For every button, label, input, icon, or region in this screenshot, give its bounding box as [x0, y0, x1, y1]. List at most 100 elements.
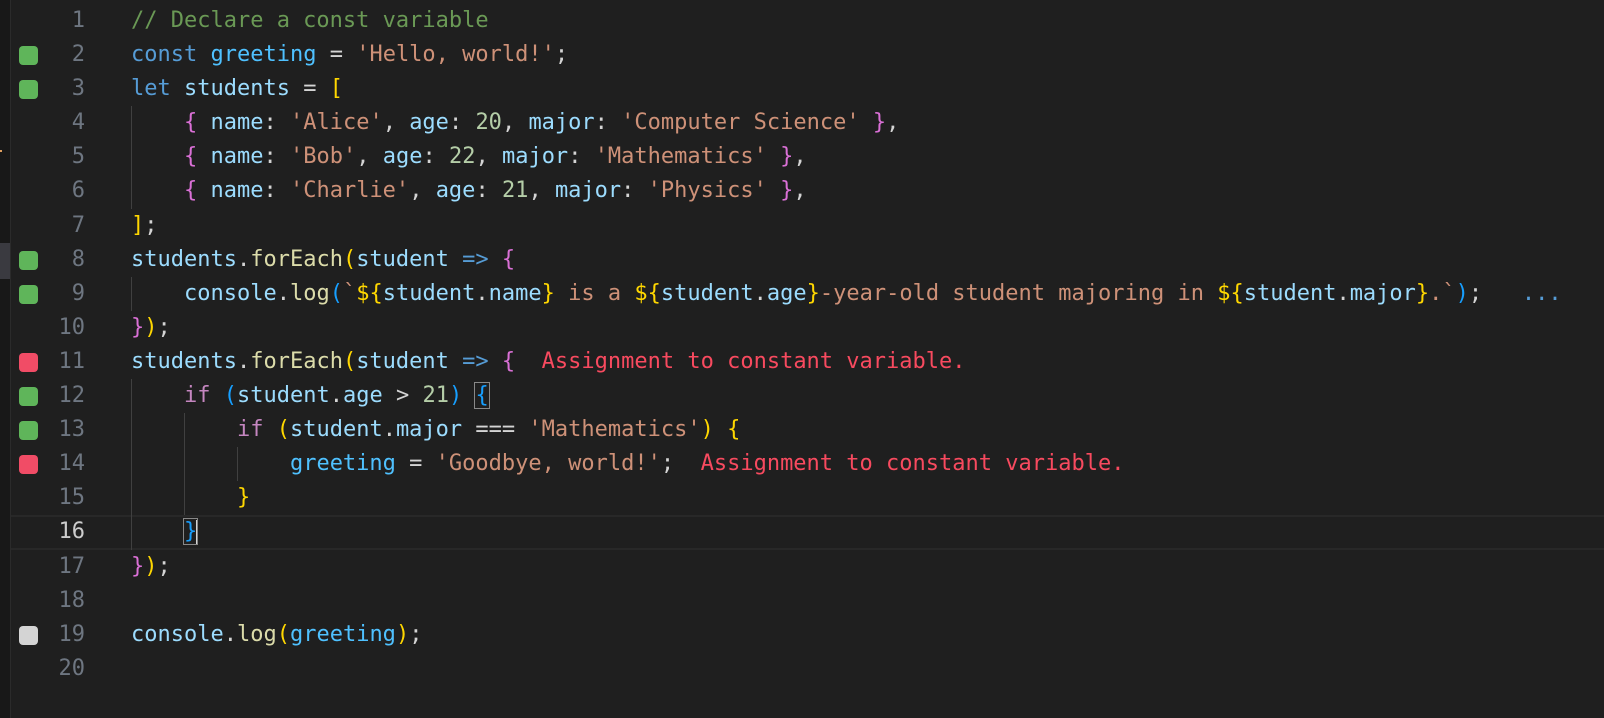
code-token: } [182, 518, 199, 546]
code-token: : [568, 144, 595, 170]
code-token: . [236, 246, 251, 272]
neutral-marker-icon[interactable] [19, 625, 38, 645]
code-text[interactable]: { name: 'Bob', age: 22, major: 'Mathemat… [131, 140, 807, 174]
code-token: , [409, 178, 436, 204]
success-marker-icon[interactable] [19, 421, 38, 441]
code-token: } [806, 280, 820, 306]
code-token: : [621, 178, 648, 204]
code-text[interactable]: { name: 'Charlie', age: 21, major: 'Phys… [131, 174, 807, 208]
code-token: } [236, 485, 251, 511]
code-token: : [475, 178, 502, 204]
code-line[interactable]: 2 const greeting = 'Hello, world!'; [11, 38, 1604, 72]
code-text[interactable]: }); [131, 550, 171, 584]
code-line[interactable]: 13 if (student.major === 'Mathematics') … [11, 413, 1604, 448]
code-token: , [886, 110, 900, 136]
code-token: age [766, 280, 807, 306]
code-text[interactable]: { name: 'Alice', age: 20, major: 'Comput… [131, 106, 899, 140]
error-marker-icon[interactable] [19, 352, 38, 372]
code-text[interactable]: ]; [131, 209, 158, 243]
code-text[interactable]: if (student.major === 'Mathematics') { [131, 413, 740, 447]
ellipsis-indicator: ... [1521, 280, 1562, 306]
code-line[interactable]: 10}); [11, 311, 1604, 345]
code-token: : [263, 178, 290, 204]
code-line[interactable]: 11 students.forEach(student => { Assignme… [11, 345, 1604, 379]
line-number: 8 [71, 246, 85, 272]
line-number: 7 [71, 212, 85, 238]
success-marker-icon[interactable] [19, 250, 38, 270]
code-text[interactable]: students.forEach(student => { Assignment… [131, 345, 966, 379]
code-line[interactable]: 5 { name: 'Bob', age: 22, major: 'Mathem… [11, 140, 1604, 175]
code-text[interactable]: }); [131, 311, 171, 345]
success-marker-icon[interactable] [19, 80, 38, 100]
code-line[interactable]: 7]; [11, 209, 1604, 243]
code-token: 'Physics' [647, 178, 767, 204]
code-text[interactable]: // Declare a const variable [131, 4, 489, 38]
code-text[interactable]: } [131, 481, 250, 515]
code-token: } [131, 553, 145, 579]
code-token: age [342, 383, 383, 409]
code-token: const [131, 42, 198, 68]
code-line[interactable]: 19 console.log(greeting); [11, 618, 1604, 652]
code-text[interactable]: } [131, 515, 199, 549]
code-line[interactable]: 20 [11, 652, 1604, 686]
code-token: > [382, 383, 423, 409]
success-marker-icon[interactable] [19, 46, 38, 66]
code-text[interactable]: if (student.age > 21) { [131, 379, 490, 413]
line-number: 16 [58, 519, 86, 545]
code-token: { [183, 144, 198, 170]
line-number: 20 [58, 655, 86, 681]
code-token: { [501, 348, 516, 374]
code-text[interactable]: greeting = 'Goodbye, world!'; Assignment… [131, 447, 1124, 481]
success-marker-icon[interactable] [19, 284, 38, 304]
code-line[interactable]: 16 } [11, 515, 1604, 550]
code-token: student [1243, 280, 1337, 306]
code-token: student [660, 280, 754, 306]
code-line[interactable]: 18 [11, 584, 1604, 618]
line-number: 2 [71, 42, 85, 68]
code-text[interactable]: console.log(greeting); [131, 618, 422, 652]
success-marker-icon[interactable] [19, 387, 38, 407]
line-number: 6 [71, 178, 85, 204]
code-token: ( [276, 621, 290, 647]
code-line[interactable]: 6 { name: 'Charlie', age: 21, major: 'Ph… [11, 174, 1604, 209]
code-line[interactable]: 9 console.log(`${student.name} is a ${st… [11, 276, 1604, 311]
code-token: forEach [250, 348, 343, 374]
code-line[interactable]: 15 } [11, 481, 1604, 516]
line-number: 17 [58, 553, 86, 579]
code-line[interactable]: 1 // Declare a const variable [11, 4, 1604, 38]
error-marker-icon[interactable] [19, 455, 38, 475]
code-token: 'Bob' [289, 144, 357, 170]
code-text[interactable]: console.log(`${student.name} is a ${stud… [131, 277, 1562, 311]
code-token: [ [329, 76, 343, 102]
code-token: : [422, 144, 449, 170]
code-token: console [131, 621, 224, 647]
line-number: 5 [71, 144, 85, 170]
scroll-marker [0, 243, 10, 279]
code-line[interactable]: 12 if (student.age > 21) { [11, 379, 1604, 414]
error-message: Assignment to constant variable. [541, 348, 966, 374]
code-token: // Declare a const variable [131, 8, 489, 33]
code-token: ( [342, 348, 357, 374]
code-token: 21 [501, 178, 529, 204]
code-editor[interactable]: 1 // Declare a const variable 2 const greet… [11, 4, 1604, 686]
code-token: .` [1429, 280, 1456, 306]
code-token: 'Charlie' [289, 178, 410, 204]
code-token: if [236, 417, 264, 443]
code-text[interactable]: let students = [ [131, 72, 343, 106]
code-text[interactable]: students.forEach(student => { [131, 243, 515, 277]
code-token: age [409, 110, 449, 136]
code-token: major [554, 178, 622, 204]
code-token: , [501, 110, 529, 136]
code-line[interactable]: 3 let students = [ [11, 72, 1604, 106]
code-line[interactable]: 8 students.forEach(student => { [11, 243, 1604, 277]
code-text[interactable]: const greeting = 'Hello, world!'; [131, 38, 568, 72]
code-token: . [753, 280, 767, 306]
code-token: student [356, 246, 449, 272]
code-line[interactable]: 14 greeting = 'Goodbye, world!'; Assignm… [11, 447, 1604, 482]
code-line[interactable]: 4 { name: 'Alice', age: 20, major: 'Comp… [11, 106, 1604, 141]
code-line[interactable]: 17}); [11, 550, 1604, 584]
